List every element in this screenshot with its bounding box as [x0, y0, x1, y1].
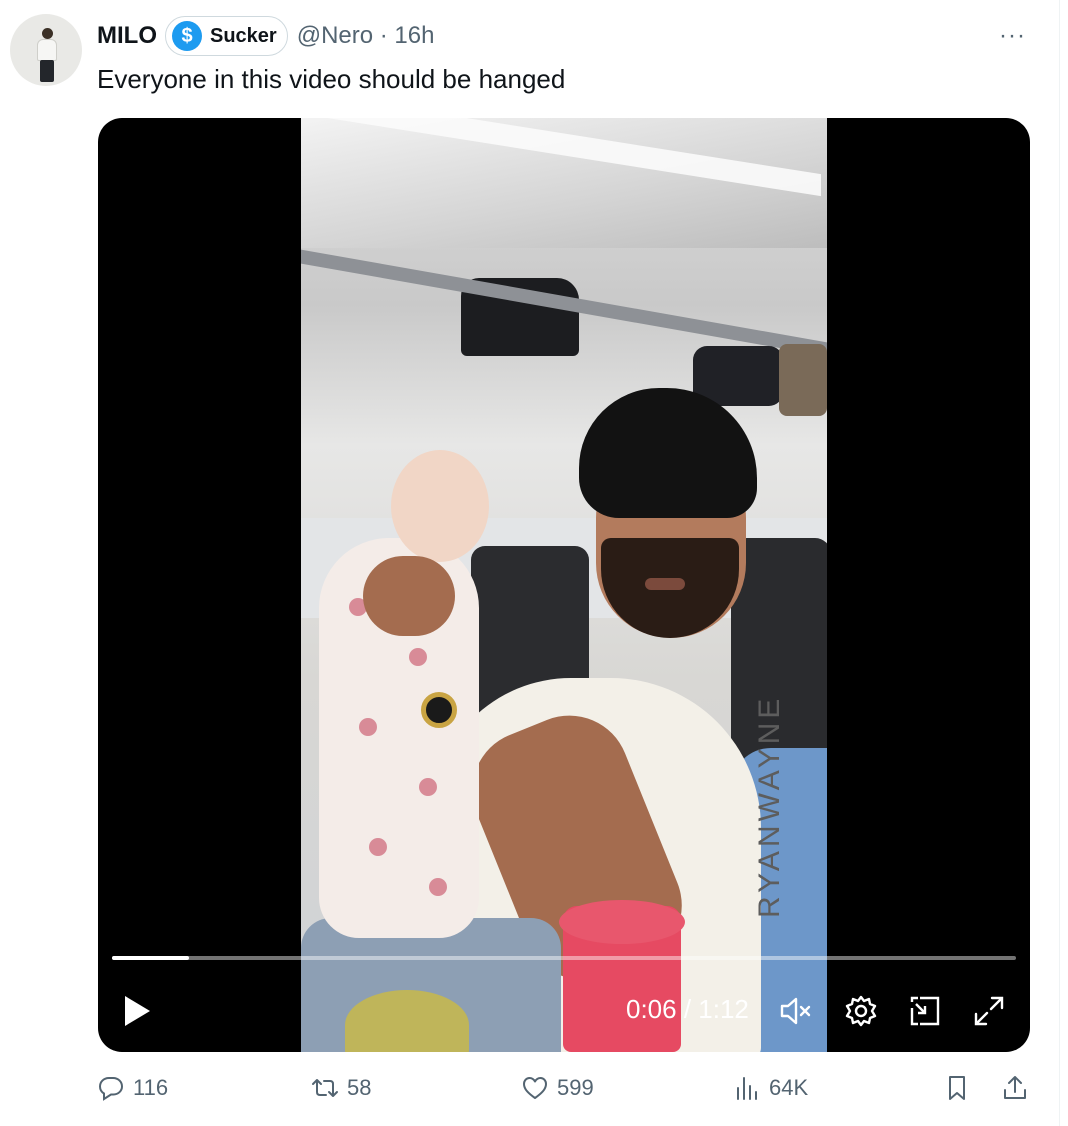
reply-count: 116 — [133, 1075, 169, 1100]
flower-print — [409, 648, 427, 666]
man-hair — [579, 388, 757, 518]
play-icon[interactable] — [122, 994, 152, 1028]
subscription-badge[interactable]: $ Sucker — [165, 16, 288, 56]
picture-in-picture-icon[interactable] — [908, 994, 942, 1028]
reply-button[interactable]: 116 — [97, 1074, 168, 1102]
video-player[interactable]: RYANWAYNE 0:06 / 1:12 — [98, 118, 1030, 1052]
man-hand — [363, 556, 455, 636]
reply-icon — [98, 1077, 124, 1101]
avatar-figure-shirt — [37, 39, 57, 61]
repost-button[interactable]: 58 — [311, 1074, 371, 1102]
heart-icon — [523, 1077, 547, 1099]
man-mouth — [645, 578, 685, 590]
badge-label: Sucker — [210, 24, 277, 47]
video-time: 0:06 / 1:12 — [626, 994, 749, 1024]
flower-print — [359, 718, 377, 736]
more-options-icon[interactable]: ··· — [999, 22, 1026, 50]
like-button[interactable]: 599 — [521, 1074, 594, 1102]
views-button[interactable]: 64K — [733, 1074, 808, 1102]
video-frame[interactable]: RYANWAYNE — [301, 118, 827, 1052]
repost-icon — [312, 1079, 338, 1097]
pink-cup-lid — [559, 900, 685, 944]
share-button[interactable] — [1001, 1074, 1029, 1102]
avatar-figure-head — [42, 28, 53, 39]
fullscreen-icon[interactable] — [972, 994, 1006, 1028]
settings-icon[interactable] — [844, 994, 878, 1028]
flower-print — [419, 778, 437, 796]
avatar[interactable] — [10, 14, 82, 86]
tweet-text: Everyone in this video should be hanged — [97, 64, 566, 94]
baby-head — [391, 450, 489, 562]
bookmark-icon — [949, 1076, 965, 1100]
column-divider — [1059, 0, 1060, 1126]
wristwatch — [421, 692, 457, 728]
view-count: 64K — [769, 1075, 809, 1100]
repost-count: 58 — [347, 1075, 372, 1100]
video-progress — [112, 956, 189, 960]
tweet-actions: 116 58 599 64K — [97, 1074, 1037, 1110]
author-handle-time[interactable]: @Nero · 16h — [297, 22, 435, 50]
avatar-figure-legs — [40, 60, 54, 82]
tweet-header: MILO $ Sucker @Nero · 16h — [97, 16, 434, 56]
flower-print — [369, 838, 387, 856]
bookmark-button[interactable] — [943, 1074, 971, 1102]
like-count: 599 — [557, 1075, 594, 1100]
author-name[interactable]: MILO — [97, 22, 157, 50]
flower-print — [429, 878, 447, 896]
mute-icon[interactable] — [778, 994, 812, 1028]
bag — [779, 344, 827, 416]
video-scrubber[interactable] — [112, 956, 1016, 960]
video-watermark: RYANWAYNE — [753, 694, 786, 918]
share-icon — [1004, 1076, 1026, 1099]
drink-cup — [345, 990, 469, 1052]
analytics-icon — [737, 1077, 757, 1100]
dollar-icon: $ — [172, 21, 202, 51]
